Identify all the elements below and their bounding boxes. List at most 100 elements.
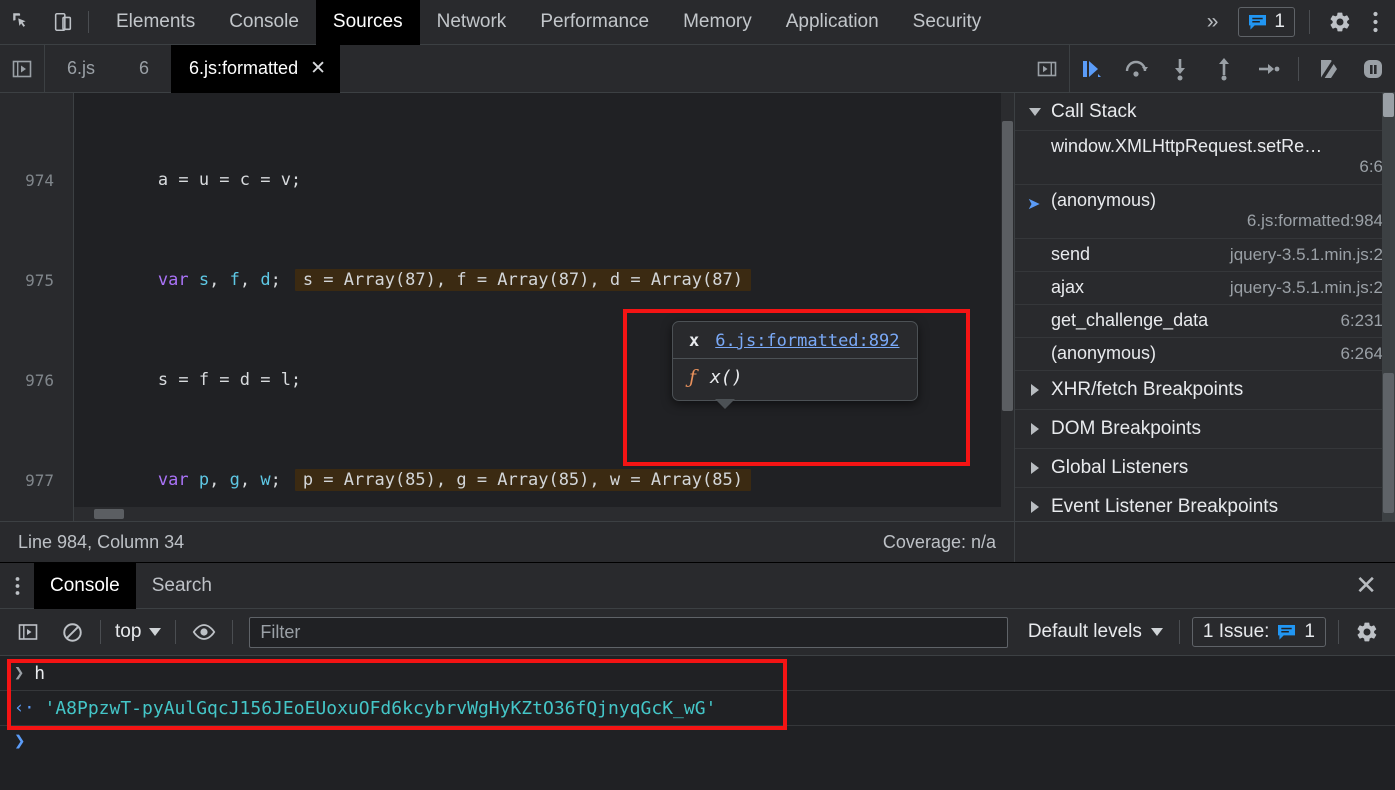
line-number: 975 [25, 271, 54, 290]
tab-sources[interactable]: Sources [315, 0, 420, 45]
chevron-right-icon [1031, 384, 1039, 396]
console-issues-button[interactable]: 1 Issue: 1 [1191, 617, 1326, 647]
popover-header: x 6.js:formatted:892 [673, 322, 917, 359]
step-icon[interactable] [1246, 45, 1290, 93]
breadcrumb-folder[interactable]: 6 [117, 58, 171, 79]
code-editor[interactable]: 974 a = u = c = v; 975 var s, f, d; s = A… [0, 93, 1014, 521]
sidebar-section-event-listener-breakpoints[interactable]: Event Listener Breakpoints [1015, 488, 1395, 521]
execution-context-selector[interactable]: top [107, 621, 169, 643]
device-toolbar-icon[interactable] [42, 0, 84, 45]
log-levels-selector[interactable]: Default levels [1018, 621, 1173, 643]
popover-source-link[interactable]: 6.js:formatted:892 [715, 331, 899, 351]
sidebar-section-global-listeners[interactable]: Global Listeners [1015, 449, 1395, 488]
step-into-icon[interactable] [1158, 45, 1202, 93]
drawer-kebab-icon[interactable] [0, 575, 34, 597]
drawer-tab-console[interactable]: Console [34, 562, 136, 609]
sidebar-scrollbar[interactable] [1382, 93, 1395, 521]
line-source: var s, f, d; s = Array(87), f = Array(87)… [64, 268, 751, 293]
frame-location: 6:6 [1359, 157, 1383, 176]
more-tabs-icon[interactable]: » [1193, 10, 1233, 34]
call-stack-frame[interactable]: get_challenge_data 6:231 [1015, 305, 1395, 338]
step-over-icon[interactable] [1114, 45, 1158, 93]
prompt-marker-icon: ❯ [14, 730, 26, 752]
issues-count: 1 [1304, 621, 1315, 642]
drawer-close-icon[interactable]: ✕ [1337, 570, 1395, 601]
status-bar-row: Line 984, Column 34 Coverage: n/a [0, 521, 1395, 562]
call-stack-frame[interactable]: ajax jquery-3.5.1.min.js:2 [1015, 272, 1395, 305]
console-toolbar-divider [100, 620, 101, 644]
line-source: var p, g, w; p = Array(85), g = Array(85)… [64, 468, 751, 493]
issues-icon [1249, 14, 1267, 30]
sidebar-scroll-thumb[interactable] [1383, 93, 1394, 117]
console-filter-input[interactable] [249, 616, 1008, 648]
show-debugger-icon[interactable] [1025, 45, 1069, 93]
show-navigator-icon[interactable] [0, 45, 44, 93]
kebab-icon[interactable] [1362, 10, 1389, 34]
call-stack-frame[interactable]: (anonymous) 6:264 [1015, 338, 1395, 371]
editor-vertical-scrollbar[interactable] [1001, 93, 1014, 521]
pause-on-exceptions-icon[interactable] [1351, 45, 1395, 93]
object-popover[interactable]: x 6.js:formatted:892 ƒ x() [672, 321, 918, 409]
tab-network[interactable]: Network [420, 0, 524, 45]
function-glyph-icon: ƒ [689, 366, 697, 388]
frame-location: 6:231 [1340, 311, 1383, 330]
resume-script-icon[interactable] [1070, 45, 1114, 93]
console-toolbar-divider-4 [1178, 620, 1180, 644]
show-console-sidebar-icon[interactable] [6, 609, 50, 656]
drawer-tabbar: Console Search ✕ [0, 562, 1395, 609]
editor-vscroll-thumb[interactable] [1002, 121, 1013, 411]
call-stack-frame-selected[interactable]: ➤ (anonymous) 6.js:formatted:984 [1015, 185, 1395, 239]
deactivate-breakpoints-icon[interactable] [1307, 45, 1351, 93]
console-settings-icon[interactable] [1345, 609, 1389, 656]
sidebar-scroll-thumb-2[interactable] [1383, 373, 1394, 513]
clear-console-icon[interactable] [50, 609, 94, 656]
breadcrumb-file[interactable]: 6.js [45, 58, 117, 79]
console-message-output[interactable]: ‹· 'A8PpzwT-pyAulGqcJ156JEoEUoxuOFd6kcyb… [0, 691, 1395, 726]
tab-memory[interactable]: Memory [666, 0, 769, 45]
frame-name: ajax [1051, 277, 1085, 297]
tab-console[interactable]: Console [212, 0, 316, 45]
gear-icon[interactable] [1318, 10, 1362, 34]
tab-elements[interactable]: Elements [99, 0, 212, 45]
issues-count: 1 [1274, 11, 1285, 32]
call-stack-title: Call Stack [1051, 100, 1137, 122]
line-number: 976 [25, 371, 54, 390]
console-toolbar-divider-5 [1338, 620, 1339, 644]
tab-performance[interactable]: Performance [523, 0, 666, 45]
console-result-value: 'A8PpzwT-pyAulGqcJ156JEoEUoxuOFd6kcybrvW… [44, 697, 717, 719]
line-source: s = f = d = l; [76, 370, 302, 390]
console-expression: h [34, 662, 46, 684]
tab-security[interactable]: Security [896, 0, 999, 45]
console-prompt[interactable]: ❯ [0, 726, 1395, 756]
editor-hscroll-thumb[interactable] [94, 509, 124, 519]
call-stack-frame[interactable]: send jquery-3.5.1.min.js:2 [1015, 239, 1395, 272]
file-tab-6js-formatted[interactable]: 6.js:formatted ✕ [171, 44, 340, 93]
editor-horizontal-scrollbar[interactable] [74, 507, 1001, 521]
debugger-controls-group [1025, 44, 1395, 93]
toolbar-divider [88, 11, 89, 33]
live-expression-icon[interactable] [182, 609, 226, 656]
devtools-window: Elements Console Sources Network Perform… [0, 0, 1395, 790]
popover-body: ƒ x() [673, 359, 917, 400]
sidebar-section-dom-breakpoints[interactable]: DOM Breakpoints [1015, 410, 1395, 449]
console-toolbar-divider-3 [232, 620, 234, 644]
close-icon[interactable]: ✕ [310, 59, 326, 78]
code-content: 974 a = u = c = v; 975 var s, f, d; s = A… [0, 93, 1014, 521]
frame-location: jquery-3.5.1.min.js:2 [1229, 245, 1383, 264]
console-output[interactable]: ❯ h ‹· 'A8PpzwT-pyAulGqcJ156JEoEUoxuOFd6… [0, 656, 1395, 756]
section-label: DOM Breakpoints [1051, 418, 1201, 439]
call-stack-header[interactable]: Call Stack [1015, 93, 1395, 131]
code-line[interactable]: 975 var s, f, d; s = Array(87), f = Array… [0, 268, 1014, 293]
drawer-tab-search[interactable]: Search [136, 562, 228, 609]
tab-application[interactable]: Application [769, 0, 896, 45]
step-out-icon[interactable] [1202, 45, 1246, 93]
sidebar-section-xhr-breakpoints[interactable]: XHR/fetch Breakpoints [1015, 371, 1395, 410]
inspect-icon[interactable] [0, 0, 42, 45]
issues-label: 1 Issue: [1202, 621, 1270, 642]
frame-name: get_challenge_data [1051, 310, 1209, 330]
code-line[interactable]: 974 a = u = c = v; [0, 168, 1014, 193]
issues-counter-button[interactable]: 1 [1238, 7, 1295, 37]
code-line[interactable]: 977 var p, g, w; p = Array(85), g = Array… [0, 468, 1014, 493]
call-stack-frame[interactable]: window.XMLHttpRequest.setRe… 6:6 [1015, 131, 1395, 185]
console-message-input[interactable]: ❯ h [0, 656, 1395, 691]
